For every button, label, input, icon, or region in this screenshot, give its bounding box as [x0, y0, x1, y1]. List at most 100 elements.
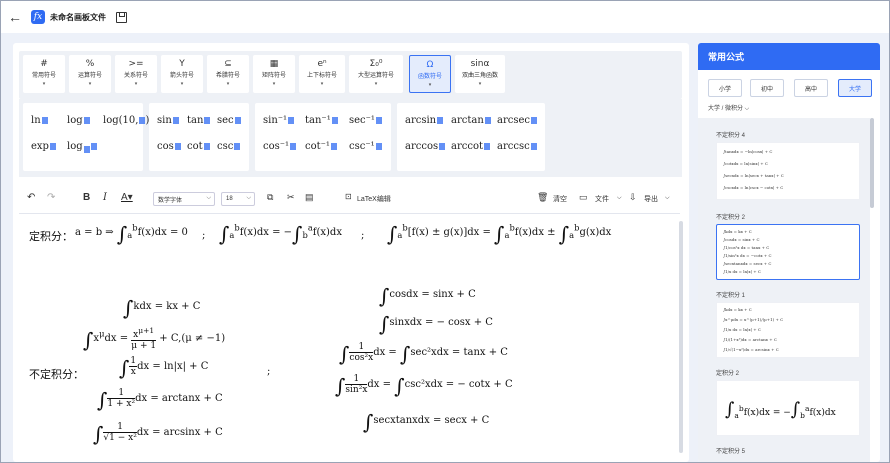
symbol-label: arctan	[451, 115, 484, 126]
sec-button[interactable]: sec	[217, 115, 241, 126]
cot-button[interactable]: cot	[187, 141, 210, 152]
arccsc-button[interactable]: arccsc	[497, 141, 537, 152]
arrow-symbol-icon: Y	[179, 59, 185, 69]
redo-icon[interactable]: ↷	[47, 192, 55, 203]
export-icon[interactable]: ⇩	[629, 192, 637, 203]
log10-button[interactable]: log(10,)	[103, 115, 149, 126]
level-senior[interactable]: 高中	[794, 79, 828, 97]
arctan-button[interactable]: arctan	[451, 115, 491, 126]
formula-card[interactable]: ∫tanxdx = −ln|cosx| + C ∫cotxdx = ln|sin…	[716, 142, 860, 200]
symbol-label: arccot	[451, 141, 483, 152]
tab-label: 大型运算符号	[357, 73, 394, 79]
text-color-icon[interactable]: A▾	[121, 192, 133, 203]
level-university[interactable]: 大学	[838, 79, 872, 97]
font-select[interactable]: 数学字体 ⌵	[153, 192, 215, 206]
file-icon[interactable]: ▭	[579, 192, 588, 203]
size-select[interactable]: 18 ⌵	[221, 192, 255, 206]
exp-button[interactable]: exp	[31, 141, 56, 152]
formula-text: sinxdx = − cosx + C	[389, 317, 493, 328]
tab-operators[interactable]: % 运算符号 ▾	[69, 55, 111, 93]
back-arrow-icon[interactable]: ←	[7, 9, 23, 25]
level-primary[interactable]: 小学	[708, 79, 742, 97]
formula-library-panel: 常用公式 小学 初中 高中 大学 大学 / 微积分 ⌵ 不定积分 4 ∫tanx…	[698, 43, 880, 462]
acot-power-button[interactable]: cot⁻¹	[305, 141, 337, 152]
symbol-label: arcsin	[405, 115, 437, 126]
tab-matrix[interactable]: ▦ 矩阵符号 ▾	[253, 55, 295, 93]
formula-card-list: 不定积分 4 ∫tanxdx = −ln|cosx| + C ∫cotxdx =…	[698, 118, 870, 462]
tab-common-symbols[interactable]: # 常用符号 ▾	[23, 55, 65, 93]
library-scrollbar[interactable]	[870, 118, 874, 208]
font-select-value: 数学字体	[158, 197, 183, 204]
chevron-down-icon: ▾	[428, 82, 432, 88]
formula-text: a = b ⇒	[75, 227, 114, 238]
paste-icon[interactable]: ▤	[305, 192, 314, 203]
arccot-button[interactable]: arccot	[451, 141, 490, 152]
atan-power-button[interactable]: tan⁻¹	[305, 115, 338, 126]
formula-text: csc²xdx = − cotx + C	[404, 379, 513, 390]
arccos-button[interactable]: arccos	[405, 141, 446, 152]
chevron-down-icon: ▾	[180, 81, 184, 87]
indefinite-integral-label: 不定积分：	[29, 369, 84, 381]
formula-canvas[interactable]: 定积分： a = b ⇒ ∫abf(x)dx = 0 ; ∫abf(x)dx =…	[19, 213, 680, 459]
arcsin-button[interactable]: arcsin	[405, 115, 444, 126]
formula-card[interactable]: ∫abf(x)dx = −∫baf(x)dx	[716, 380, 860, 436]
cut-icon[interactable]: ✂	[287, 192, 295, 203]
chevron-down-icon: ▾	[478, 81, 482, 87]
formula-line: a = b ⇒ ∫abf(x)dx = 0	[75, 222, 188, 246]
tab-label: 常用符号	[31, 73, 56, 79]
app-logo-icon: fx	[31, 10, 45, 24]
tab-label: 上下标符号	[306, 73, 337, 79]
formula-line: ∫xμdx = xμ+1 μ + 1 + C,(μ ≠ −1)	[83, 326, 226, 352]
acos-power-button[interactable]: cos⁻¹	[263, 141, 297, 152]
category-breadcrumb[interactable]: 大学 / 微积分 ⌵	[708, 103, 749, 113]
log-button[interactable]: log	[67, 115, 90, 126]
tab-functions[interactable]: Ω 函数符号 ▾	[409, 55, 451, 93]
arcsec-button[interactable]: arcsec	[497, 115, 537, 126]
formula-text: f(x)dx = 0	[137, 227, 188, 238]
trig-group: sin tan sec cos cot csc	[149, 103, 249, 171]
symbol-label: tan	[187, 115, 204, 126]
export-menu[interactable]: 导出	[644, 194, 658, 204]
cos-button[interactable]: cos	[157, 141, 181, 152]
sin-button[interactable]: sin	[157, 115, 179, 126]
formula-text: arctanx + C	[161, 393, 223, 404]
acsc-power-button[interactable]: csc⁻¹	[349, 141, 382, 152]
file-menu[interactable]: 文件	[595, 194, 609, 204]
copy-icon[interactable]: ⧉	[267, 192, 273, 203]
undo-icon[interactable]: ↶	[27, 192, 35, 203]
level-junior[interactable]: 初中	[750, 79, 784, 97]
ln-button[interactable]: ln	[31, 115, 48, 126]
tab-greek[interactable]: ⊆ 希腊符号 ▾	[207, 55, 249, 93]
tab-label: 双曲三角函数	[461, 73, 498, 79]
formula-card[interactable]: ∫kdx = kx + C ∫cosdx = sinx + C ∫1/cos²x…	[716, 224, 860, 280]
trash-icon[interactable]: 🗑	[537, 192, 548, 203]
symbol-label: cos⁻¹	[263, 141, 290, 152]
tab-arrows[interactable]: Y 箭头符号 ▾	[161, 55, 203, 93]
tab-large-operators[interactable]: Σ₀⁰ 大型运算符号 ▾	[349, 55, 403, 93]
card-title: 不定积分 2	[716, 215, 746, 221]
chevron-down-icon: ⌵	[617, 195, 622, 201]
card-title: 不定积分 1	[716, 293, 746, 299]
italic-icon[interactable]: I	[103, 192, 107, 203]
document-title: 未命名画板文件	[50, 12, 106, 22]
log-base-button[interactable]: log	[67, 141, 97, 154]
symbol-label: ln	[31, 115, 41, 126]
tab-label: 矩阵符号	[261, 73, 286, 79]
editor-toolbar: ↶ ↷ B I A▾ 数学字体 ⌵ 18 ⌵ ⧉ ✂ ▤ ⊡ LaTeX编辑 🗑 清…	[19, 189, 682, 209]
asin-power-button[interactable]: sin⁻¹	[263, 115, 295, 126]
save-icon[interactable]	[116, 11, 127, 23]
latex-edit-button[interactable]: LaTeX编辑	[357, 194, 391, 204]
formula-line: ∫secxtanxdx = secx + C	[363, 410, 490, 434]
editor-scrollbar[interactable]	[679, 221, 683, 453]
formula-card[interactable]: ∫kdx = kx + C ∫x^μdx = x^(μ+1)/(μ+1) + C…	[716, 302, 860, 358]
tab-scripts[interactable]: eⁿ 上下标符号 ▾	[299, 55, 345, 93]
clear-button[interactable]: 清空	[553, 194, 567, 204]
symbol-label: log	[67, 115, 83, 126]
tab-hyperbolic[interactable]: sinα 双曲三角函数 ▾	[455, 55, 505, 93]
bold-icon[interactable]: B	[83, 192, 90, 203]
csc-button[interactable]: csc	[217, 141, 241, 152]
tan-button[interactable]: tan	[187, 115, 211, 126]
chevron-down-icon: ▾	[320, 81, 324, 87]
asec-power-button[interactable]: sec⁻¹	[349, 115, 382, 126]
tab-relations[interactable]: >= 关系符号 ▾	[115, 55, 157, 93]
